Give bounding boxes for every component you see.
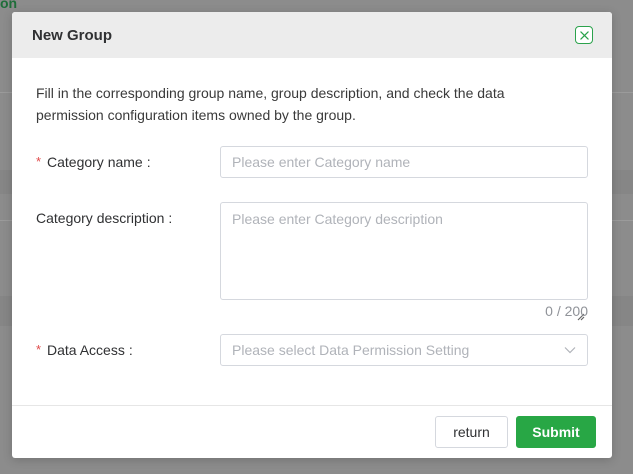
data-access-select[interactable]: Please select Data Permission Setting	[220, 334, 588, 366]
category-name-row: * Category name :	[36, 146, 588, 178]
close-button[interactable]	[575, 26, 593, 44]
return-button[interactable]: return	[435, 416, 508, 448]
required-mark: *	[36, 154, 42, 169]
chevron-down-icon	[564, 347, 576, 354]
category-description-row: Category description : 0 / 200	[36, 202, 588, 324]
data-access-row: * Data Access : Please select Data Permi…	[36, 334, 588, 366]
data-access-label: * Data Access :	[36, 334, 220, 366]
dialog-intro-text: Fill in the corresponding group name, gr…	[36, 85, 505, 123]
character-counter: 0 / 200	[545, 303, 588, 319]
category-name-input[interactable]	[220, 146, 588, 178]
dialog-footer: return Submit	[12, 405, 612, 458]
category-description-label: Category description :	[36, 210, 173, 226]
dialog-title: New Group	[32, 26, 113, 44]
background-link: on	[0, 0, 18, 11]
close-icon	[579, 30, 589, 40]
submit-button[interactable]: Submit	[516, 416, 596, 448]
category-description-field: 0 / 200	[220, 202, 588, 324]
required-mark: *	[36, 342, 42, 357]
new-group-dialog: New Group Fill in the corresponding grou…	[12, 12, 612, 458]
dialog-body: Fill in the corresponding group name, gr…	[12, 58, 612, 366]
category-name-label: * Category name :	[36, 146, 220, 178]
data-access-placeholder: Please select Data Permission Setting	[232, 342, 470, 358]
category-description-textarea[interactable]	[220, 202, 588, 300]
dialog-header: New Group	[12, 12, 612, 58]
